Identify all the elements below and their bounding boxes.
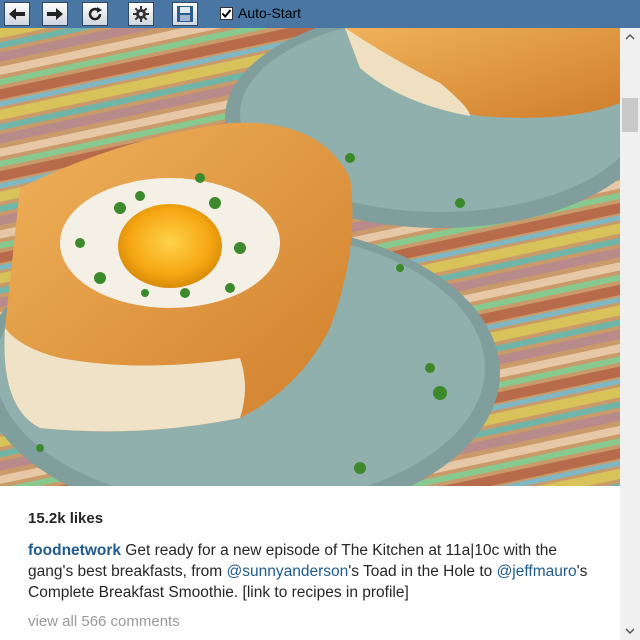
forward-button[interactable]	[42, 2, 68, 26]
mention-link[interactable]: @jeffmauro	[497, 563, 577, 580]
scroll-up-button[interactable]	[620, 28, 640, 46]
likes-count: 15.2k likes	[28, 510, 104, 527]
post-caption-area: 15.2k likes foodnetwork Get ready for a …	[0, 486, 620, 640]
scrollbar-thumb[interactable]	[622, 98, 638, 132]
save-button[interactable]	[172, 2, 198, 26]
chevron-down-icon	[625, 628, 635, 634]
view-comments-link[interactable]: view all 566 comments	[28, 613, 180, 630]
back-arrow-icon	[7, 6, 27, 22]
save-icon	[176, 5, 194, 23]
forward-arrow-icon	[45, 6, 65, 22]
settings-button[interactable]	[128, 2, 154, 26]
autostart-label: Auto-Start	[238, 5, 302, 21]
refresh-icon	[86, 5, 104, 23]
caption-segment: 's Toad in the Hole to	[348, 563, 497, 580]
checkmark-icon	[221, 8, 232, 18]
mention-link[interactable]: @sunnyanderson	[227, 563, 349, 580]
autostart-checkbox[interactable]	[220, 6, 233, 20]
gear-icon	[132, 5, 150, 23]
caption-text: foodnetwork Get ready for a new episode …	[28, 540, 598, 603]
post-image	[0, 28, 620, 486]
vertical-scrollbar[interactable]	[620, 28, 640, 640]
back-button[interactable]	[4, 2, 30, 26]
toolbar: Auto-Start	[0, 0, 640, 28]
username-link[interactable]: foodnetwork	[28, 542, 121, 559]
chevron-up-icon	[625, 34, 635, 40]
scroll-down-button[interactable]	[620, 622, 640, 640]
autostart-toggle[interactable]: Auto-Start	[220, 5, 301, 21]
refresh-button[interactable]	[82, 2, 108, 26]
